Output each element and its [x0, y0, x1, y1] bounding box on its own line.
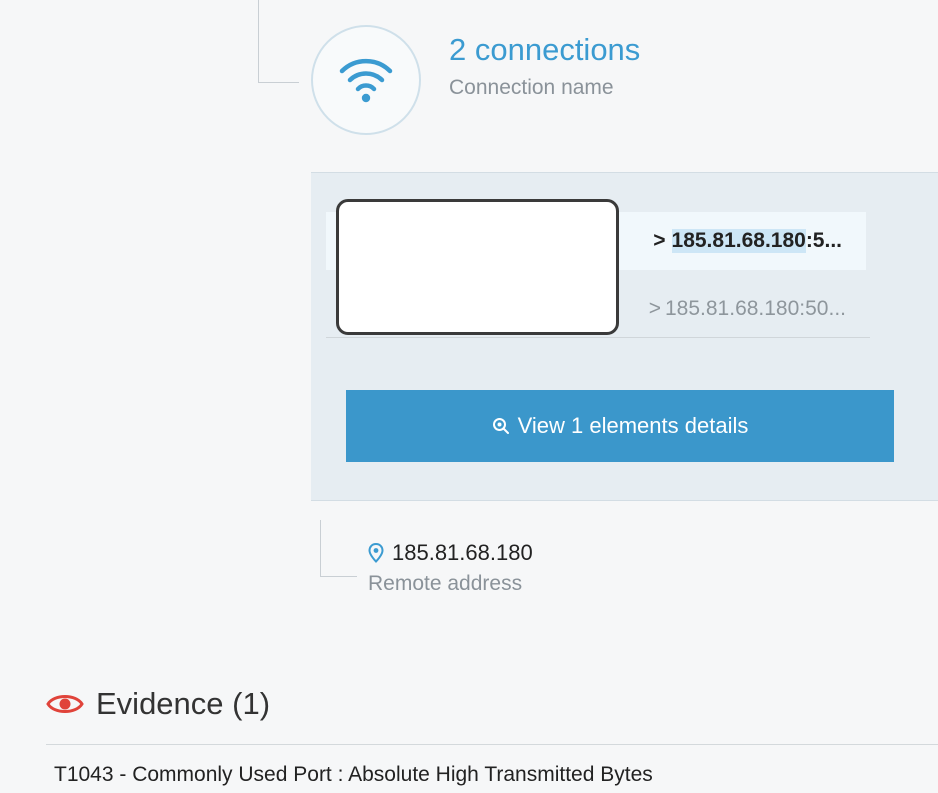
evidence-header[interactable]: Evidence (1) — [46, 686, 270, 722]
tree-connector-top — [258, 0, 299, 83]
evidence-title: Evidence (1) — [96, 686, 271, 721]
connections-title[interactable]: 2 connections — [449, 32, 640, 68]
connection-icon-circle — [311, 25, 421, 135]
evidence-divider — [46, 744, 938, 745]
evidence-item[interactable]: T1043 - Commonly Used Port : Absolute Hi… — [54, 763, 653, 787]
remote-address-row[interactable]: 185.81.68.180 — [368, 540, 533, 566]
view-elements-details-button[interactable]: View 1 elements details — [346, 390, 894, 462]
connections-subtitle: Connection name — [449, 76, 614, 99]
row-arrow: > — [653, 229, 666, 252]
location-pin-icon — [368, 543, 384, 563]
redaction-box — [336, 199, 619, 335]
connection-ip: 185.81.68.180:50... — [665, 296, 846, 320]
remote-address-label: Remote address — [368, 572, 523, 595]
connection-port: :5... — [805, 229, 842, 252]
remote-address-value: 185.81.68.180 — [392, 540, 533, 565]
view-button-label: View 1 elements details — [517, 413, 749, 438]
connection-ip-highlight: 185.81.68.180 — [671, 229, 806, 253]
row-arrow: > — [648, 296, 661, 320]
tree-connector-bottom — [320, 520, 357, 577]
eye-icon — [46, 691, 84, 717]
wifi-icon — [338, 53, 394, 108]
magnifier-icon — [492, 417, 510, 435]
